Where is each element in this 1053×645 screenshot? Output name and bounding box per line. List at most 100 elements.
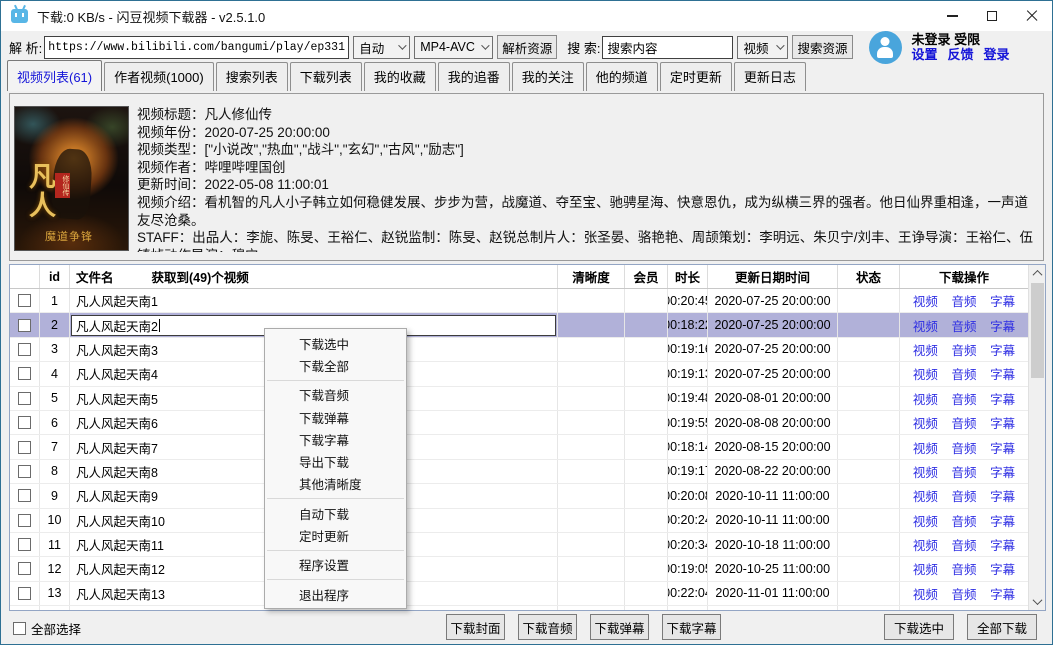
table-row[interactable]: 5 凡人风起天南5 00:19:48 2020-08-01 20:00:00 视… [10,387,1028,411]
download-subtitle-link[interactable]: 字幕 [990,364,1015,383]
download-subtitle-link[interactable]: 字幕 [990,438,1015,457]
download-audio-link[interactable]: 音频 [951,389,976,408]
download-audio-link[interactable]: 音频 [951,340,976,359]
table-row[interactable]: 2 凡人风起天南2 00:18:22 2020-07-25 20:00:00 视… [10,313,1028,337]
row-checkbox[interactable] [18,514,31,527]
download-subtitle-link[interactable]: 字幕 [990,389,1015,408]
context-menu-item[interactable] [267,380,404,381]
row-filename-cell[interactable]: 凡人风起天南1 [70,289,558,312]
download-subtitle-link[interactable]: 字幕 [990,559,1015,578]
download-audio-link[interactable]: 音频 [951,535,976,554]
maximize-button[interactable] [972,1,1012,31]
context-menu-item[interactable]: 下载选中 [265,332,406,354]
tab[interactable]: 搜索列表 [216,62,288,91]
download-video-link[interactable]: 视频 [913,559,938,578]
tab[interactable]: 我的关注 [512,62,584,91]
scrollbar-thumb[interactable] [1031,283,1044,378]
bottom-action-button[interactable]: 下载音频 [518,614,577,640]
download-audio-link[interactable]: 音频 [951,559,976,578]
download-audio-link[interactable]: 音频 [951,608,976,610]
download-video-link[interactable]: 视频 [913,584,938,603]
context-menu-item[interactable]: 其他清晰度 [265,473,406,495]
tab[interactable]: 下载列表 [290,62,362,91]
tab[interactable]: 他的频道 [586,62,658,91]
download-video-link[interactable]: 视频 [913,438,938,457]
download-video-link[interactable]: 视频 [913,462,938,481]
download-video-link[interactable]: 视频 [913,316,938,335]
download-video-link[interactable]: 视频 [913,511,938,530]
row-checkbox[interactable] [18,319,31,332]
download-subtitle-link[interactable]: 字幕 [990,340,1015,359]
download-video-link[interactable]: 视频 [913,340,938,359]
select-all-checkbox-row[interactable]: 全部选择 [13,619,81,638]
tab[interactable]: 定时更新 [660,62,732,91]
search-input[interactable] [602,36,733,59]
row-checkbox[interactable] [18,441,31,454]
context-menu-item[interactable]: 下载全部 [265,354,406,376]
download-subtitle-link[interactable]: 字幕 [990,486,1015,505]
vertical-scrollbar[interactable] [1028,265,1045,610]
url-input[interactable] [44,36,349,59]
download-subtitle-link[interactable]: 字幕 [990,584,1015,603]
table-row[interactable]: 12 凡人风起天南12 00:19:05 2020-10-25 11:00:00… [10,557,1028,581]
table-row[interactable]: 1 凡人风起天南1 00:20:45 2020-07-25 20:00:00 视… [10,289,1028,313]
download-audio-link[interactable]: 音频 [951,316,976,335]
download-audio-link[interactable]: 音频 [951,511,976,530]
row-checkbox[interactable] [18,343,31,356]
bottom-download-button[interactable]: 全部下载 [967,614,1037,640]
download-subtitle-link[interactable]: 字幕 [990,413,1015,432]
row-checkbox[interactable] [18,367,31,380]
tab[interactable]: 更新日志 [734,62,806,91]
context-menu-item[interactable] [267,498,404,499]
context-menu-item[interactable]: 下载音频 [265,384,406,406]
context-menu-item[interactable] [267,550,404,551]
bottom-action-button[interactable]: 下载封面 [446,614,505,640]
download-subtitle-link[interactable]: 字幕 [990,608,1015,610]
user-avatar[interactable] [869,31,902,64]
login-link[interactable]: 登录 [984,47,1010,62]
download-video-link[interactable]: 视频 [913,364,938,383]
context-menu-item[interactable]: 下载字幕 [265,428,406,450]
download-audio-link[interactable]: 音频 [951,364,976,383]
row-checkbox[interactable] [18,392,31,405]
table-row[interactable]: 4 凡人风起天南4 00:19:13 2020-07-25 20:00:00 视… [10,362,1028,386]
settings-link[interactable]: 设置 [912,47,938,62]
table-row[interactable]: 13 凡人风起天南13 00:22:04 2020-11-01 11:00:00… [10,582,1028,606]
download-audio-link[interactable]: 音频 [951,462,976,481]
download-subtitle-link[interactable]: 字幕 [990,316,1015,335]
context-menu-item[interactable]: 定时更新 [265,524,406,546]
download-subtitle-link[interactable]: 字幕 [990,462,1015,481]
bottom-download-button[interactable]: 下载选中 [884,614,954,640]
download-video-link[interactable]: 视频 [913,291,938,310]
download-subtitle-link[interactable]: 字幕 [990,291,1015,310]
tab[interactable]: 我的收藏 [364,62,436,91]
download-video-link[interactable]: 视频 [913,389,938,408]
download-audio-link[interactable]: 音频 [951,413,976,432]
download-video-link[interactable]: 视频 [913,608,938,610]
bottom-action-button[interactable]: 下载字幕 [662,614,721,640]
tab[interactable]: 作者视频(1000) [104,62,214,91]
search-type-select[interactable]: 视频 [737,36,788,59]
mode-select[interactable]: 自动 [353,36,410,59]
row-checkbox[interactable] [18,465,31,478]
table-row[interactable]: 10 凡人风起天南10 00:20:24 2020-10-11 11:00:00… [10,509,1028,533]
minimize-button[interactable] [932,1,972,31]
table-row[interactable]: 6 凡人风起天南6 00:19:55 2020-08-08 20:00:00 视… [10,411,1028,435]
context-menu-item[interactable]: 自动下载 [265,502,406,524]
row-checkbox[interactable] [18,416,31,429]
search-resource-button[interactable]: 搜索资源 [792,35,852,59]
table-row[interactable]: 3 凡人风起天南3 00:19:16 2020-07-25 20:00:00 视… [10,338,1028,362]
feedback-link[interactable]: 反馈 [948,47,974,62]
download-video-link[interactable]: 视频 [913,535,938,554]
close-button[interactable] [1012,1,1052,31]
download-subtitle-link[interactable]: 字幕 [990,511,1015,530]
download-video-link[interactable]: 视频 [913,486,938,505]
row-checkbox[interactable] [18,562,31,575]
format-select[interactable]: MP4-AVC [414,36,493,59]
context-menu-item[interactable]: 下载弹幕 [265,406,406,428]
table-row[interactable]: 11 凡人风起天南11 00:20:34 2020-10-18 11:00:00… [10,533,1028,557]
download-audio-link[interactable]: 音频 [951,486,976,505]
row-checkbox[interactable] [18,538,31,551]
context-menu-item[interactable]: 程序设置 [265,554,406,576]
scroll-up-button[interactable] [1029,265,1046,282]
